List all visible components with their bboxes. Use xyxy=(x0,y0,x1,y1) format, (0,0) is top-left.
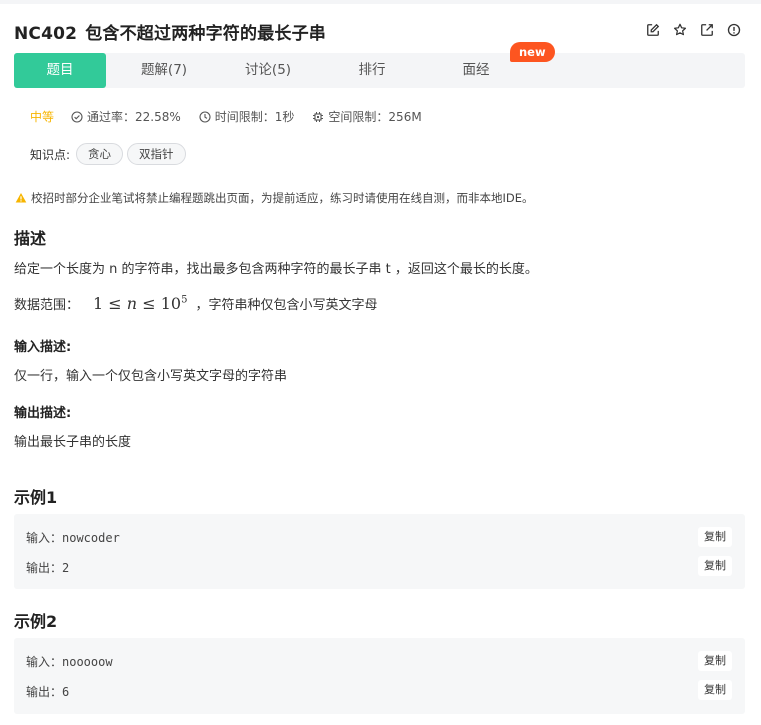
range-suffix: ，字符串种仅包含小写英文字母 xyxy=(195,298,378,313)
example-1-title: 示例1 xyxy=(14,488,58,507)
description-text: 给定一个长度为 n 的字符串，找出最多包含两种字符的最长子串 t ，返回这个最长… xyxy=(14,262,538,277)
tab-ranking[interactable]: 排行 xyxy=(326,53,418,88)
range-op-1: ≤ xyxy=(108,294,122,313)
star-icon[interactable] xyxy=(673,23,687,37)
pass-rate: 通过率：22.58% xyxy=(71,108,181,125)
space-limit: 空间限制：256M xyxy=(312,108,422,125)
tab-problem[interactable]: 题目 xyxy=(14,53,106,88)
tab-bar: 题目 题解(7) 讨论(5) 排行 面经 xyxy=(14,53,745,88)
copy-button[interactable]: 复制 xyxy=(698,680,732,700)
range-formula: 1 ≤ n ≤ 105 xyxy=(93,294,187,313)
output-desc-text: 输出最长子串的长度 xyxy=(14,435,132,450)
external-link-icon[interactable] xyxy=(700,23,714,37)
time-limit: 时间限制：1秒 xyxy=(199,108,295,125)
range-prefix: 数据范围： xyxy=(14,298,80,313)
copy-button[interactable]: 复制 xyxy=(698,527,732,547)
warning-icon xyxy=(15,193,27,203)
tab-solutions[interactable]: 题解(7) xyxy=(118,53,210,88)
check-circle-icon xyxy=(71,110,83,123)
time-limit-text: 时间限制：1秒 xyxy=(214,110,295,124)
tab-discussion[interactable]: 讨论(5) xyxy=(222,53,314,88)
report-icon[interactable] xyxy=(727,23,741,37)
problem-code: NC402 xyxy=(14,24,78,44)
problem-title: NC402 包含不超过两种字符的最长子串 xyxy=(14,19,326,44)
output-desc-heading: 输出描述: xyxy=(14,406,72,421)
tag-greedy[interactable]: 贪心 xyxy=(76,143,124,165)
tag-two-pointers[interactable]: 双指针 xyxy=(127,143,186,165)
range-exp: 5 xyxy=(181,294,188,306)
range-base: 10 xyxy=(160,294,182,313)
problem-name: 包含不超过两种字符的最长子串 xyxy=(85,24,327,44)
example-2-title: 示例2 xyxy=(14,612,58,631)
notice-banner: 校招时部分企业笔试将禁止编程题跳出页面，为提前适应，练习时请使用在线自测，而非本… xyxy=(15,190,534,206)
example-1-output: 输出：2 xyxy=(26,561,70,575)
space-limit-text: 空间限制：256M xyxy=(328,110,422,124)
pass-rate-text: 通过率：22.58% xyxy=(87,110,181,124)
difficulty-label: 中等 xyxy=(30,110,55,124)
copy-button[interactable]: 复制 xyxy=(698,651,732,671)
clock-icon xyxy=(199,110,211,123)
example-1-box: 输入：nowcoder 复制 输出：2 复制 xyxy=(14,514,745,589)
description-heading: 描述 xyxy=(14,229,47,248)
example-1-input: 输入：nowcoder xyxy=(26,531,120,545)
tab-interview[interactable]: 面经 xyxy=(430,53,522,88)
range-lhs: 1 xyxy=(93,294,104,313)
edit-icon[interactable] xyxy=(646,23,660,37)
example-2-output: 输出：6 xyxy=(26,685,70,699)
title-actions xyxy=(646,23,741,37)
problem-meta: 中等 通过率：22.58% 时间限制：1秒 空间限制：256M xyxy=(30,108,440,125)
example-2-input: 输入：nooooow xyxy=(26,655,113,669)
top-strip xyxy=(0,0,761,4)
range-op-2: ≤ xyxy=(142,294,156,313)
input-desc-heading: 输入描述: xyxy=(14,340,72,355)
chip-icon xyxy=(313,111,324,122)
data-range: 数据范围： 1 ≤ n ≤ 105 ，字符串种仅包含小写英文字母 xyxy=(14,294,377,313)
new-badge: new xyxy=(510,42,555,62)
range-var: n xyxy=(126,294,138,313)
knowledge-label: 知识点: xyxy=(30,147,71,162)
input-desc-text: 仅一行，输入一个仅包含小写英文字母的字符串 xyxy=(14,369,288,384)
knowledge-points: 知识点: 贪心 双指针 xyxy=(30,143,186,165)
example-2-box: 输入：nooooow 复制 输出：6 复制 xyxy=(14,638,745,714)
copy-button[interactable]: 复制 xyxy=(698,556,732,576)
notice-text: 校招时部分企业笔试将禁止编程题跳出页面，为提前适应，练习时请使用在线自测，而非本… xyxy=(31,191,534,205)
